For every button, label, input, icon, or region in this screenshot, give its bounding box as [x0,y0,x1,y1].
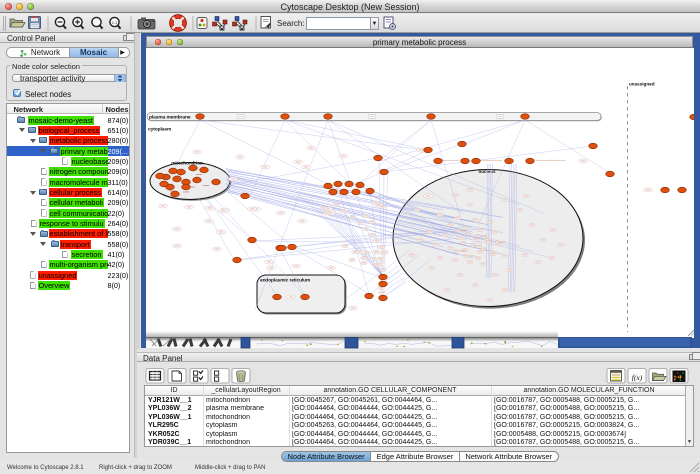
svg-text:f(x): f(x) [632,373,643,382]
